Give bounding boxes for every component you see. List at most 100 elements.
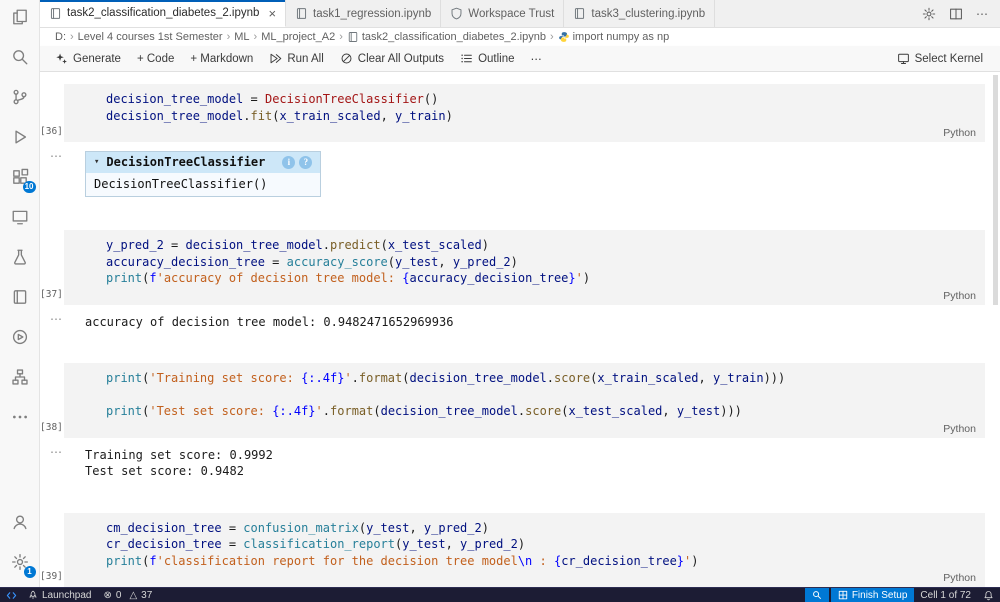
breadcrumb-folder[interactable]: ML_project_A2 [261, 31, 335, 43]
notebook-cell[interactable]: print('Training set score: {:.4f}'.forma… [64, 363, 985, 438]
breadcrumb-folder[interactable]: Level 4 courses 1st Semester [78, 31, 223, 43]
info-icon[interactable]: ? [299, 156, 312, 169]
code-line[interactable]: print(f'accuracy of decision tree model:… [106, 270, 985, 287]
cell-language-label[interactable]: Python [943, 290, 976, 302]
sklearn-estimator-widget[interactable]: ▾ DecisionTreeClassifier i?DecisionTreeCla… [85, 151, 321, 197]
output-menu-icon[interactable]: ⋯ [50, 445, 62, 459]
notebook-cell[interactable]: decision_tree_model = DecisionTreeClassi… [64, 84, 985, 142]
run-all-icon [269, 52, 282, 65]
breadcrumb-cell-symbol[interactable]: import numpy as np [558, 31, 670, 43]
extensions-badge: 10 [23, 181, 36, 193]
tab-task3-clustering[interactable]: task3_clustering.ipynb [564, 0, 715, 27]
problems-indicator[interactable]: ⊗0 △37 [98, 588, 159, 602]
tab-task1-regression[interactable]: task1_regression.ipynb [286, 0, 441, 27]
output-menu-icon[interactable]: ⋯ [50, 312, 62, 326]
clear-all-outputs-button[interactable]: Clear All Outputs [333, 49, 451, 68]
breadcrumb-folder[interactable]: ML [234, 31, 249, 43]
cell-language-label[interactable]: Python [943, 423, 976, 435]
extensions-icon[interactable]: 10 [3, 162, 37, 192]
split-editor-icon[interactable] [949, 7, 963, 21]
widget-title: DecisionTreeClassifier [106, 155, 265, 169]
info-icon[interactable]: i [282, 156, 295, 169]
accounts-icon[interactable] [3, 507, 37, 537]
org-chart-icon[interactable] [3, 362, 37, 392]
rocket-icon [28, 590, 38, 600]
launchpad-button[interactable]: Launchpad [22, 588, 98, 602]
clear-icon [340, 52, 353, 65]
outline-list-icon [460, 52, 473, 65]
gear-icon[interactable] [922, 7, 936, 21]
more-views-icon[interactable] [3, 402, 37, 432]
finish-setup-button[interactable]: Finish Setup [831, 588, 915, 602]
code-line[interactable]: cm_decision_tree = confusion_matrix(y_te… [106, 520, 985, 537]
cell-output: ⋯▾DecisionTreeClassifieri?DecisionTreeCl… [64, 148, 985, 200]
ipynb-file-icon [49, 7, 62, 20]
run-all-button[interactable]: Run All [262, 49, 330, 68]
settings-gear-icon[interactable]: 1 [3, 547, 37, 577]
code-line[interactable]: print('Test set score: {:.4f}'.format(de… [106, 403, 985, 420]
add-markdown-button[interactable]: + Markdown [183, 50, 260, 68]
widget-icons: i? [282, 156, 312, 169]
chevron-right-icon: › [339, 31, 343, 43]
scrollbar[interactable] [993, 75, 998, 305]
widget-header[interactable]: ▾ DecisionTreeClassifier i? [86, 152, 320, 172]
more-actions-icon[interactable]: ⋯ [976, 7, 988, 21]
output-text: accuracy of decision tree model: 0.94824… [85, 314, 985, 331]
cell-code-editor[interactable]: decision_tree_model = DecisionTreeClassi… [106, 91, 985, 124]
code-line[interactable]: print('Training set score: {:.4f}'.forma… [106, 370, 985, 387]
output-menu-icon[interactable]: ⋯ [50, 149, 62, 163]
breadcrumb-file[interactable]: task2_classification_diabetes_2.ipynb [347, 31, 546, 43]
bell-icon[interactable] [977, 588, 1000, 602]
code-line[interactable]: cr_decision_tree = classification_report… [106, 536, 985, 553]
source-control-icon[interactable] [3, 82, 37, 112]
search-icon[interactable] [3, 42, 37, 72]
notebook-cell[interactable]: y_pred_2 = decision_tree_model.predict(x… [64, 230, 985, 305]
kernel-icon [897, 52, 910, 65]
cell-code-editor[interactable]: print('Training set score: {:.4f}'.forma… [106, 370, 985, 420]
generate-button[interactable]: Generate [48, 49, 128, 68]
code-line[interactable]: decision_tree_model.fit(x_train_scaled, … [106, 108, 985, 125]
code-line[interactable]: print(f'classification report for the de… [106, 553, 985, 570]
ipynb-file-icon [573, 7, 586, 20]
chevron-right-icon: › [70, 31, 74, 43]
toolbar-more-icon[interactable]: ⋯ [524, 49, 550, 69]
testing-icon[interactable] [3, 242, 37, 272]
cell-language-label[interactable]: Python [943, 127, 976, 139]
chevron-right-icon: › [254, 31, 258, 43]
execution-count: [38] [40, 422, 63, 433]
cell-code-editor[interactable]: y_pred_2 = decision_tree_model.predict(x… [106, 237, 985, 287]
ipynb-file-icon [347, 31, 359, 43]
run-debug-icon[interactable] [3, 122, 37, 152]
add-code-button[interactable]: + Code [130, 50, 181, 68]
search-chip[interactable] [805, 588, 829, 602]
cell-language-label[interactable]: Python [943, 572, 976, 584]
output-text: Training set score: 0.9992 [85, 447, 985, 464]
breadcrumb: D: › Level 4 courses 1st Semester › ML ›… [40, 28, 1000, 46]
settings-badge: 1 [24, 566, 36, 578]
execution-count: [37] [40, 289, 63, 300]
editor-actions: ⋯ [922, 0, 1000, 27]
status-bar: Launchpad ⊗0 △37 Finish Setup Cell 1 of … [0, 587, 1000, 602]
error-icon: ⊗ [104, 590, 112, 601]
tab-workspace-trust[interactable]: Workspace Trust [441, 0, 564, 27]
breadcrumb-drive[interactable]: D: [55, 31, 66, 43]
code-line[interactable]: decision_tree_model = DecisionTreeClassi… [106, 91, 985, 108]
notebook-editor: decision_tree_model = DecisionTreeClassi… [40, 72, 1000, 587]
remote-indicator-icon[interactable] [0, 588, 22, 602]
code-line[interactable]: accuracy_decision_tree = accuracy_score(… [106, 254, 985, 271]
cell-output: ⋯accuracy of decision tree model: 0.9482… [64, 311, 985, 334]
cell-code-editor[interactable]: cm_decision_tree = confusion_matrix(y_te… [106, 520, 985, 570]
outline-button[interactable]: Outline [453, 49, 521, 68]
remote-explorer-icon[interactable] [3, 202, 37, 232]
explorer-icon[interactable] [3, 2, 37, 32]
code-line[interactable] [106, 387, 985, 404]
notebook-cell[interactable]: cm_decision_tree = confusion_matrix(y_te… [64, 513, 985, 588]
code-line[interactable]: y_pred_2 = decision_tree_model.predict(x… [106, 237, 985, 254]
select-kernel-button[interactable]: Select Kernel [890, 49, 990, 68]
notebook-icon[interactable] [3, 282, 37, 312]
cell-indicator[interactable]: Cell 1 of 72 [914, 588, 977, 602]
close-icon[interactable]: × [268, 7, 276, 20]
tab-task2-classification[interactable]: task2_classification_diabetes_2.ipynb × [40, 0, 286, 27]
chevron-down-icon[interactable]: ▾ [94, 157, 99, 167]
play-circle-icon[interactable] [3, 322, 37, 352]
